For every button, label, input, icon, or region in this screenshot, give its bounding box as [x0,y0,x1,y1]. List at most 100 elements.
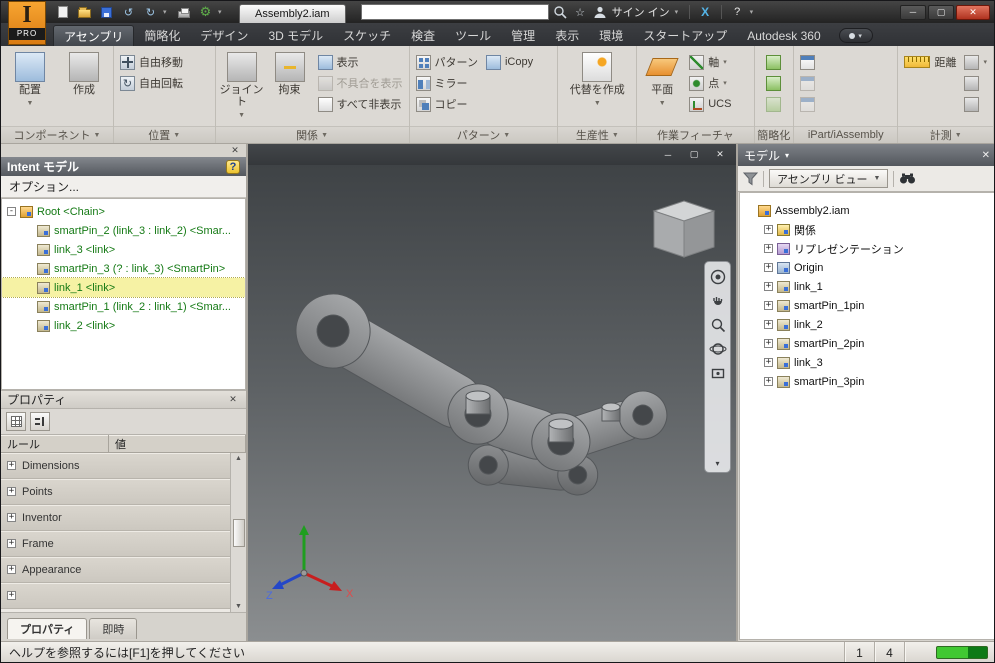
pattern-button[interactable]: パターン [413,53,481,71]
qat-dropdown-icon[interactable]: ▾ [218,8,226,16]
search-input[interactable] [361,5,548,19]
ribbon-tab[interactable]: 表示 [545,25,589,46]
simplify-substitute-button[interactable] [763,74,784,92]
edit-factory-scope-button[interactable] [797,74,818,92]
sign-in-dropdown-icon[interactable]: ▾ [675,8,683,16]
edit-member-scope-button[interactable] [797,95,818,113]
measure-loop-button[interactable] [961,74,990,92]
expander-icon[interactable]: + [764,301,773,310]
print-button[interactable] [174,4,193,21]
intent-panel-header[interactable]: Intent モデル ? [1,157,246,176]
search-binoculars-icon[interactable] [899,172,916,185]
expander-icon[interactable]: + [7,539,16,548]
icopy-button[interactable]: iCopy [483,53,536,71]
mirror-button[interactable]: ミラー [413,74,481,92]
browser-tree-item[interactable]: + 関係 [740,220,994,239]
joint-button[interactable]: ジョイント ▼ [219,49,265,126]
intent-options-row[interactable]: オプション... [1,176,246,198]
properties-close-icon[interactable]: ✕ [226,394,240,405]
measure-angle-button[interactable]: ▾ [961,53,990,71]
panel-label-measure[interactable]: 計測 ▼ [898,126,993,143]
measure-area-button[interactable] [961,95,990,113]
show-relationships-button[interactable]: 表示 [315,53,406,71]
constrain-button[interactable]: 拘束 [267,49,313,126]
sort-az-button[interactable] [30,412,50,431]
copy-button[interactable]: コピー [413,95,481,113]
browser-tree-item[interactable]: Assembly2.iam [740,201,994,220]
navigation-wheel-icon[interactable] [707,266,728,287]
save-button[interactable] [97,4,116,21]
create-component-button[interactable]: 作成 [58,49,110,126]
doc-close-icon[interactable]: ✕ [712,149,728,160]
ucs-button[interactable]: UCS [686,95,734,113]
categorized-view-button[interactable] [6,412,26,431]
browser-header[interactable]: モデル ▾ ✕ [738,144,994,166]
property-category-row[interactable]: + [1,583,230,609]
panel-label-position[interactable]: 位置 ▼ [114,126,215,143]
filter-icon[interactable] [743,172,758,186]
ribbon-tab[interactable]: 管理 [501,25,545,46]
browser-tree-item[interactable]: + smartPin_2pin [740,334,994,353]
show-sick-button[interactable]: 不具合を表示 [315,74,406,92]
close-button[interactable]: ✕ [956,4,990,20]
browser-tree-item[interactable]: + link_3 [740,353,994,372]
expander-icon[interactable]: - [7,207,16,216]
expander-icon[interactable]: + [764,320,773,329]
ribbon-tab[interactable]: アセンブリ [53,25,135,46]
expander-icon[interactable]: + [764,244,773,253]
expander-icon[interactable]: + [764,377,773,386]
properties-scrollbar[interactable]: ▲ ▼ [230,453,246,612]
pan-hand-icon[interactable] [707,290,728,311]
expander-icon[interactable]: + [7,461,16,470]
look-at-icon[interactable] [707,362,728,383]
column-rule[interactable]: ルール [1,435,109,452]
intent-tree-item[interactable]: link_3 <link> [2,240,245,259]
intent-tree-item[interactable]: - Root <Chain> [2,202,245,221]
search-icon[interactable] [552,4,568,20]
simplify-shrinkwrap-button[interactable] [763,53,784,71]
browser-tree-item[interactable]: + link_2 [740,315,994,334]
ribbon-tab[interactable]: スタートアップ [633,25,737,46]
simplify-include-button[interactable] [763,95,784,113]
expander-icon[interactable]: + [7,565,16,574]
intent-tree-item[interactable]: link_2 <link> [2,316,245,335]
browser-tree-item[interactable]: + link_1 [740,277,994,296]
distance-button[interactable]: 距離 [901,53,959,71]
expander-icon[interactable]: + [764,339,773,348]
panel-label-work-features[interactable]: 作業フィーチャ [637,126,754,143]
plane-button[interactable]: 平面 ▼ [640,49,684,126]
ribbon-tab[interactable]: ツール [445,25,501,46]
browser-tree-item[interactable]: + smartPin_1pin [740,296,994,315]
open-file-button[interactable] [75,4,94,21]
browser-tree-item[interactable]: + リプレゼンテーション [740,239,994,258]
intent-tree-item[interactable]: smartPin_3 (? : link_3) <SmartPin> [2,259,245,278]
expander-icon[interactable]: + [7,513,16,522]
exchange-apps-button[interactable]: X [696,4,715,21]
scroll-up-icon[interactable]: ▲ [235,455,242,462]
browser-dropdown-icon[interactable]: ▾ [785,151,789,160]
favorites-star-icon[interactable]: ☆ [571,4,590,21]
panel-label-ipart[interactable]: iPart/iAssembly [793,126,898,143]
redo-button[interactable]: ↻ [141,4,160,21]
ribbon-tab[interactable]: 環境 [589,25,633,46]
property-category-row[interactable]: + Inventor [1,505,230,531]
help-button[interactable]: ? [728,4,747,21]
hide-all-button[interactable]: すべて非表示 [315,95,406,113]
ribbon-tab[interactable]: 簡略化 [134,25,190,46]
intent-close-icon[interactable]: ✕ [228,145,242,156]
panel-label-simplify[interactable]: 簡略化 [754,126,793,143]
property-category-row[interactable]: + Appearance [1,557,230,583]
undo-button[interactable]: ↺ [119,4,138,21]
document-tab[interactable]: Assembly2.iam [239,4,346,23]
intent-tree-item[interactable]: smartPin_1 (link_2 : link_1) <Smar... [2,297,245,316]
tab-properties[interactable]: プロパティ [7,618,88,639]
intent-tree-item[interactable]: smartPin_2 (link_3 : link_2) <Smar... [2,221,245,240]
scroll-down-icon[interactable]: ▼ [235,603,242,610]
panel-label-component[interactable]: コンポーネント ▼ [1,126,113,143]
sign-in-button[interactable]: サイン イン [610,4,672,20]
panel-label-pattern[interactable]: パターン ▼ [409,126,558,143]
orbit-icon[interactable] [707,338,728,359]
application-menu-button[interactable]: I PRO [8,1,46,45]
minimize-button[interactable]: ─ [900,4,926,20]
browser-tree-item[interactable]: + smartPin_3pin [740,372,994,391]
